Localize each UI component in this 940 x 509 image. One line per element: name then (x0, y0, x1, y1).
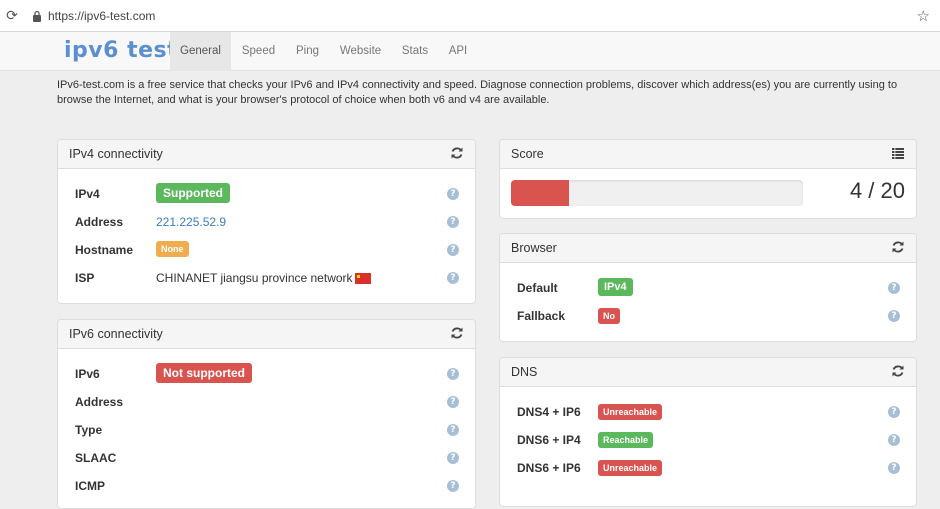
intro-text: IPv6-test.com is a free service that che… (57, 79, 898, 106)
list-icon[interactable] (891, 146, 905, 160)
refresh-icon[interactable] (450, 146, 464, 160)
ipv4-isp-row: ISP CHINANET jiangsu province network ? (75, 269, 465, 289)
help-icon[interactable]: ? (447, 368, 459, 380)
status-badge: Unreachable (598, 460, 663, 476)
dns-row: DNS6 + IP4 Reachable ? (517, 431, 907, 451)
status-badge: No (598, 308, 620, 324)
ipv6-type-row: Type ? (75, 421, 465, 441)
status-badge: None (156, 241, 189, 257)
ipv6-icmp-row: ICMP ? (75, 477, 465, 497)
ipv4-panel: IPv4 connectivity IPv4 Supported ? Addre… (57, 139, 476, 304)
ipv4-row: IPv4 Supported ? (75, 183, 465, 205)
help-icon[interactable]: ? (447, 216, 459, 228)
browser-fallback-row: Fallback No ? (517, 307, 907, 327)
help-icon[interactable]: ? (888, 310, 900, 322)
help-icon[interactable]: ? (447, 452, 459, 464)
browser-panel-title: Browser (511, 241, 557, 255)
ipv6-row: IPv6 Not supported ? (75, 363, 465, 385)
tab-speed[interactable]: Speed (231, 32, 286, 71)
site-logo[interactable]: ipv6 test (64, 38, 178, 63)
ipv6-address-row: Address ? (75, 393, 465, 413)
site-navbar: ipv6 test General Speed Ping Website Sta… (0, 32, 940, 71)
address-bar[interactable]: https://ipv6-test.com (48, 9, 155, 23)
help-icon[interactable]: ? (447, 396, 459, 408)
dns-panel-title: DNS (511, 365, 538, 379)
refresh-icon[interactable] (450, 326, 464, 340)
tab-general[interactable]: General (170, 32, 231, 71)
refresh-icon[interactable] (891, 364, 905, 378)
bookmark-star-icon[interactable]: ☆ (917, 7, 930, 25)
help-icon[interactable]: ? (888, 434, 900, 446)
ipv4-address[interactable]: 221.225.52.9 (156, 215, 226, 229)
help-icon[interactable]: ? (447, 480, 459, 492)
score-panel-title: Score (511, 147, 544, 161)
reload-icon[interactable]: ⟳ (4, 8, 20, 24)
help-icon[interactable]: ? (447, 188, 459, 200)
tab-api[interactable]: API (438, 32, 478, 71)
lock-icon (33, 10, 41, 22)
tab-ping[interactable]: Ping (286, 32, 329, 71)
score-value: 4 / 20 (849, 178, 905, 203)
ipv4-hostname-row: Hostname None ? (75, 241, 465, 261)
status-badge: Reachable (598, 432, 654, 448)
help-icon[interactable]: ? (447, 272, 459, 284)
browser-toolbar: ⟳ https://ipv6-test.com ☆ (0, 0, 940, 32)
china-flag-icon (354, 273, 371, 285)
help-icon[interactable]: ? (447, 424, 459, 436)
score-progress-fill (511, 180, 570, 206)
status-badge: Unreachable (598, 404, 663, 420)
ipv4-address-row: Address 221.225.52.9 ? (75, 213, 465, 233)
ipv6-slaac-row: SLAAC ? (75, 449, 465, 469)
ipv4-panel-title: IPv4 connectivity (69, 147, 163, 161)
score-panel: Score 4 / 20 (499, 139, 917, 219)
dns-row: DNS6 + IP6 Unreachable ? (517, 459, 907, 479)
help-icon[interactable]: ? (447, 244, 459, 256)
ipv6-panel-title: IPv6 connectivity (69, 327, 163, 341)
browser-default-row: Default IPv4 ? (517, 278, 907, 299)
help-icon[interactable]: ? (888, 282, 900, 294)
help-icon[interactable]: ? (888, 406, 900, 418)
score-progress-bar (511, 180, 803, 206)
dns-panel: DNS DNS4 + IP6 Unreachable ? DNS6 + IP4 … (499, 357, 917, 507)
dns-row: DNS4 + IP6 Unreachable ? (517, 403, 907, 423)
tab-website[interactable]: Website (329, 32, 392, 71)
status-badge: IPv4 (598, 278, 633, 296)
ipv6-panel: IPv6 connectivity IPv6 Not supported ? A… (57, 319, 476, 509)
status-badge: Not supported (156, 363, 252, 383)
help-icon[interactable]: ? (888, 462, 900, 474)
browser-panel: Browser Default IPv4 ? Fallback No ? (499, 233, 917, 342)
refresh-icon[interactable] (891, 240, 905, 254)
isp-name: CHINANET jiangsu province network (156, 271, 353, 285)
status-badge: Supported (156, 183, 230, 203)
tab-stats[interactable]: Stats (392, 32, 438, 71)
